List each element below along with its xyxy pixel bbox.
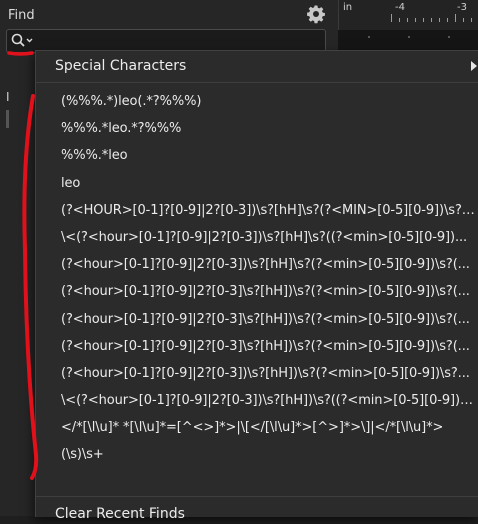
ruler-tick [423,18,424,22]
ruler-tick [399,18,400,22]
ruler-unit-label: in [343,2,353,13]
canvas-grid-dot [448,36,450,38]
ruler-tick [439,18,440,22]
find-header: Find [0,0,338,28]
ruler-label: -3 [457,2,467,13]
menu-item-special-characters[interactable]: Special Characters [36,51,478,81]
gear-icon[interactable] [306,4,326,24]
recent-find-item[interactable]: \<(?<hour>[0-1]?[0-9]|2?[0-3])\s?[hH])\s… [36,387,478,414]
ruler-tick [447,18,448,22]
menu-separator [36,496,478,497]
menu-separator [36,82,478,83]
panel-title: Find [8,8,35,23]
menu-item-label: Clear Recent Finds [55,506,185,522]
ruler-tick [455,14,456,22]
recent-find-item[interactable]: (?<HOUR>[0-1]?[0-9]|2?[0-3])\s?[hH]\s?(?… [36,197,478,224]
menu-item-clear-recent-finds[interactable]: Clear Recent Finds [36,500,478,524]
ruler-tick [415,18,416,22]
recent-find-item[interactable]: (\s)\s+ [36,441,478,468]
panel-section-marker: I [6,90,10,104]
panel-scroll-stub [6,110,9,128]
canvas-grid-dot [368,36,370,38]
recent-find-item[interactable]: %%%.*leo.*?%%% [36,115,478,142]
horizontal-ruler: in -4 -3 [338,0,478,30]
ruler-tick [471,18,472,22]
menu-item-label: Special Characters [55,58,187,74]
ruler-tick [391,14,392,22]
canvas-grid-dot [408,36,410,38]
recent-find-item[interactable]: (?<hour>[0-1]?[0-9]|2?[0-3])\s?[hH])\s?(… [36,360,478,387]
recent-find-item[interactable]: %%%.*leo [36,142,478,169]
recent-find-item[interactable]: (?<hour>[0-1]?[0-9]|2?[0-3]\s?[hH])\s?(?… [36,306,478,333]
recent-find-item[interactable]: (%%%.*)leo(.*?%%%) [36,88,478,115]
recent-find-item[interactable]: \<(?<hour>[0-1]?[0-9]|2?[0-3])\s?[hH]\s?… [36,224,478,251]
ruler-tick [431,18,432,22]
submenu-arrow-icon [471,61,477,71]
ruler-label: -4 [395,2,405,13]
recent-find-item[interactable]: (?<hour>[0-1]?[0-9]|2?[0-3])\s?[hH]\s?(?… [36,251,478,278]
search-icon[interactable] [10,32,36,50]
ruler-tick [463,18,464,22]
recent-find-item[interactable]: leo [36,170,478,197]
ruler-tick [407,18,408,22]
recent-find-item[interactable]: </*[\l\u]* *[\l\u]*=[^<>]*>|\[</[\l\u]*>… [36,414,478,441]
find-dropdown-menu: Special Characters (%%%.*)leo(.*?%%%) %%… [35,50,478,522]
recent-find-item[interactable]: (?<hour>[0-1]?[0-9]|2?[0-3]\s?[hH])\s?(?… [36,333,478,360]
recent-find-item[interactable]: (?<hour>[0-1]?[0-9]|2?[0-3]\s?[hH])\s?(?… [36,278,478,305]
recent-finds-list: (%%%.*)leo(.*?%%%) %%%.*leo.*?%%% %%%.*l… [36,88,478,469]
